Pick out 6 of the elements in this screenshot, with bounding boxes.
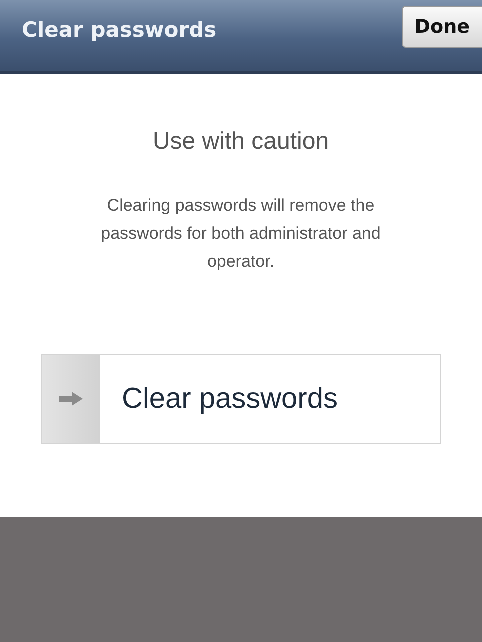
warning-message: Clearing passwords will remove the passwords for both administrator and operator. [100,195,382,273]
done-button[interactable]: Done [402,6,482,48]
warning-heading: Use with caution [152,128,330,156]
arrow-icon [59,392,83,406]
clear-passwords-button[interactable]: Clear passwords [41,354,441,444]
screen-title: Clear passwords [22,18,217,42]
